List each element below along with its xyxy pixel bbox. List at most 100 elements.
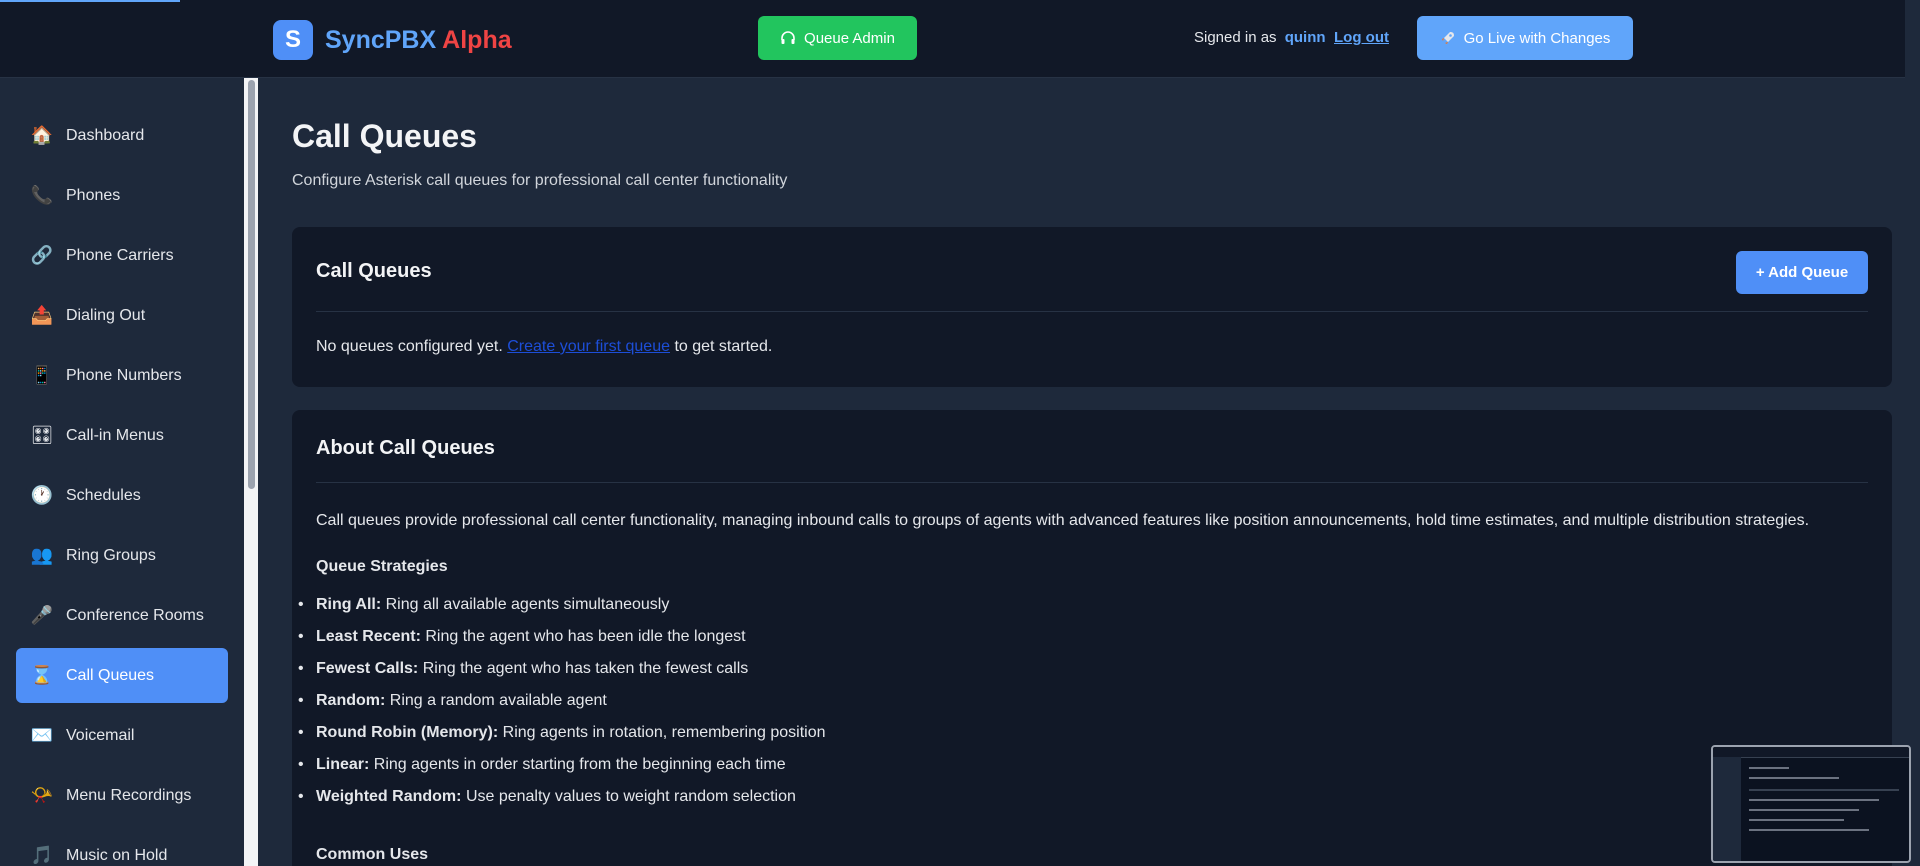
list-item: Linear: Ring agents in order starting fr… bbox=[298, 756, 826, 788]
signed-in-info: Signed in as quinn bbox=[1194, 29, 1326, 46]
control-knobs-icon: 🎛 bbox=[30, 425, 54, 445]
brand-accent: Alpha bbox=[442, 25, 512, 54]
queue-admin-label: Queue Admin bbox=[804, 29, 895, 47]
empty-state-suffix: to get started. bbox=[674, 338, 773, 355]
sidebar-item-voicemail[interactable]: ✉️ Voicemail bbox=[16, 708, 228, 763]
preview-line bbox=[1749, 829, 1869, 831]
hourglass-icon: ⌛ bbox=[30, 665, 54, 685]
sidebar-item-music-on-hold[interactable]: 🎵 Music on Hold bbox=[16, 828, 228, 866]
window-preview-thumbnail[interactable] bbox=[1711, 745, 1911, 863]
preview-sidebar bbox=[1713, 757, 1741, 861]
preview-line bbox=[1749, 767, 1789, 769]
sidebar-item-phones[interactable]: 📞 Phones bbox=[16, 168, 228, 223]
preview-line bbox=[1749, 789, 1899, 791]
strategy-name: Linear: bbox=[316, 756, 370, 773]
sidebar-item-label: Voicemail bbox=[66, 726, 135, 744]
sidebar-item-dialing-out[interactable]: 📤 Dialing Out bbox=[16, 288, 228, 343]
envelope-icon: ✉️ bbox=[30, 725, 54, 745]
outbox-icon: 📤 bbox=[30, 305, 54, 325]
list-item: Weighted Random: Use penalty values to w… bbox=[298, 788, 826, 820]
rocket-icon bbox=[1441, 32, 1454, 44]
sidebar-item-label: Menu Recordings bbox=[66, 786, 192, 804]
strategies-list: Ring All: Ring all available agents simu… bbox=[298, 596, 826, 820]
page-subtitle: Configure Asterisk call queues for profe… bbox=[292, 172, 788, 189]
strategy-name: Least Recent: bbox=[316, 628, 421, 645]
preview-line bbox=[1749, 819, 1844, 821]
strategy-name: Round Robin (Memory): bbox=[316, 724, 499, 741]
queue-admin-button[interactable]: Queue Admin bbox=[758, 16, 917, 60]
preview-line bbox=[1749, 809, 1859, 811]
strategy-desc: Ring a random available agent bbox=[389, 692, 607, 709]
list-item: Random: Ring a random available agent bbox=[298, 692, 826, 724]
sidebar-item-label: Call-in Menus bbox=[66, 426, 164, 444]
sidebar-item-label: Call Queues bbox=[66, 666, 155, 684]
main-content: Call Queues Configure Asterisk call queu… bbox=[260, 78, 1905, 866]
strategy-name: Random: bbox=[316, 692, 386, 709]
sidebar-item-call-in-menus[interactable]: 🎛 Call-in Menus bbox=[16, 408, 228, 463]
strategy-desc: Use penalty values to weight random sele… bbox=[465, 788, 796, 805]
logo-icon: S bbox=[273, 20, 313, 60]
brand-name-text: SyncPBX bbox=[325, 25, 437, 54]
sidebar-item-label: Phone Carriers bbox=[66, 246, 174, 264]
brand[interactable]: S SyncPBX Alpha bbox=[273, 20, 512, 60]
empty-state-message: No queues configured yet. Create your fi… bbox=[316, 338, 772, 356]
common-uses-heading: Common Uses bbox=[316, 846, 429, 863]
create-first-queue-link[interactable]: Create your first queue bbox=[507, 338, 670, 355]
sidebar-item-label: Schedules bbox=[66, 486, 141, 504]
sidebar-item-phone-numbers[interactable]: 📱 Phone Numbers bbox=[16, 348, 228, 403]
add-queue-button[interactable]: + Add Queue bbox=[1736, 251, 1868, 294]
sidebar-item-label: Phones bbox=[66, 186, 121, 204]
list-item: Round Robin (Memory): Ring agents in rot… bbox=[298, 724, 826, 756]
sidebar-item-label: Phone Numbers bbox=[66, 366, 182, 384]
brand-name: SyncPBX Alpha bbox=[325, 26, 512, 55]
list-item: Fewest Calls: Ring the agent who has tak… bbox=[298, 660, 826, 692]
sidebar-item-label: Ring Groups bbox=[66, 546, 156, 564]
sidebar-item-menu-recordings[interactable]: 📯 Menu Recordings bbox=[16, 768, 228, 823]
phone-icon: 📞 bbox=[30, 185, 54, 205]
divider bbox=[316, 311, 1868, 312]
sidebar-item-label: Dialing Out bbox=[66, 306, 146, 324]
empty-state-prefix: No queues configured yet. bbox=[316, 338, 503, 355]
divider bbox=[316, 482, 1868, 483]
strategy-name: Ring All: bbox=[316, 596, 382, 613]
sidebar-item-conference-rooms[interactable]: 🎤 Conference Rooms bbox=[16, 588, 228, 643]
sidebar: 🏠 Dashboard 📞 Phones 🔗 Phone Carriers 📤 … bbox=[0, 78, 243, 866]
page-load-progress bbox=[0, 0, 180, 2]
strategy-name: Weighted Random: bbox=[316, 788, 462, 805]
sidebar-item-ring-groups[interactable]: 👥 Ring Groups bbox=[16, 528, 228, 583]
headphones-icon bbox=[781, 31, 795, 44]
sidebar-item-dashboard[interactable]: 🏠 Dashboard bbox=[16, 108, 228, 163]
top-header: S SyncPBX Alpha Queue Admin Signed in as … bbox=[0, 0, 1905, 78]
link-icon: 🔗 bbox=[30, 245, 54, 265]
strategy-desc: Ring agents in order starting from the b… bbox=[373, 756, 786, 773]
username: quinn bbox=[1284, 29, 1326, 46]
strategy-desc: Ring the agent who has taken the fewest … bbox=[422, 660, 749, 677]
sidebar-scrollbar-thumb[interactable] bbox=[248, 80, 255, 489]
preview-line bbox=[1749, 777, 1839, 779]
strategies-heading: Queue Strategies bbox=[316, 558, 448, 575]
sidebar-item-label: Conference Rooms bbox=[66, 606, 204, 624]
page-title: Call Queues bbox=[292, 118, 477, 154]
queues-card-title: Call Queues bbox=[316, 260, 432, 282]
microphone-icon: 🎤 bbox=[30, 605, 54, 625]
sidebar-item-schedules[interactable]: 🕐 Schedules bbox=[16, 468, 228, 523]
sidebar-item-label: Music on Hold bbox=[66, 846, 168, 864]
signed-in-text: Signed in as bbox=[1194, 29, 1277, 46]
preview-line bbox=[1749, 799, 1879, 801]
list-item: Least Recent: Ring the agent who has bee… bbox=[298, 628, 826, 660]
go-live-label: Go Live with Changes bbox=[1463, 29, 1611, 47]
preview-header bbox=[1713, 747, 1909, 758]
about-card-title: About Call Queues bbox=[316, 437, 495, 459]
list-item: Ring All: Ring all available agents simu… bbox=[298, 596, 826, 628]
go-live-button[interactable]: Go Live with Changes bbox=[1417, 16, 1633, 60]
horn-icon: 📯 bbox=[30, 785, 54, 805]
mobile-phone-icon: 📱 bbox=[30, 365, 54, 385]
about-queues-card: About Call Queues Call queues provide pr… bbox=[292, 410, 1892, 866]
sidebar-item-phone-carriers[interactable]: 🔗 Phone Carriers bbox=[16, 228, 228, 283]
sidebar-item-call-queues[interactable]: ⌛ Call Queues bbox=[16, 648, 228, 703]
house-icon: 🏠 bbox=[30, 125, 54, 145]
strategy-desc: Ring all available agents simultaneously bbox=[385, 596, 670, 613]
strategy-name: Fewest Calls: bbox=[316, 660, 419, 677]
strategy-desc: Ring agents in rotation, remembering pos… bbox=[502, 724, 826, 741]
logout-link[interactable]: Log out bbox=[1334, 29, 1389, 46]
